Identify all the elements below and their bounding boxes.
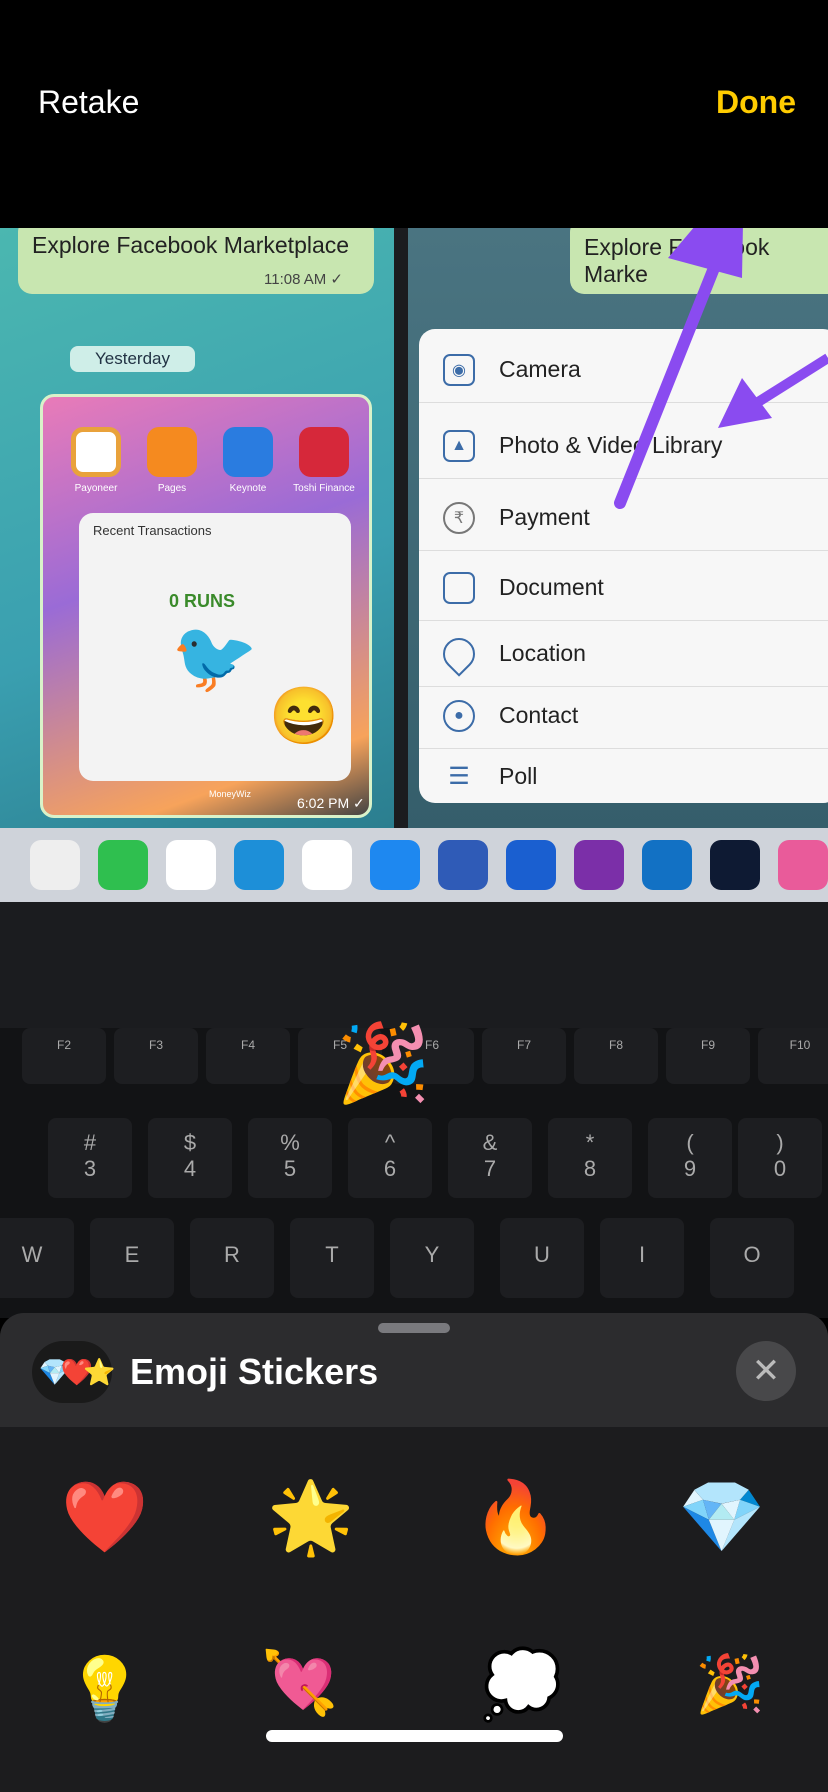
sticker-light-bulb[interactable]: 💡 — [45, 1630, 165, 1750]
arrow-to-done — [614, 242, 728, 509]
sticker-pack-icon: 💎❤️⭐ — [32, 1341, 116, 1403]
close-button[interactable]: ✕ — [736, 1341, 796, 1401]
arrow-to-photo-library — [752, 353, 828, 409]
sticker-party-popper[interactable]: 🎉 — [670, 1624, 790, 1744]
arrow-head — [668, 228, 743, 278]
sticker-red-heart[interactable]: ❤️ — [45, 1457, 165, 1577]
annotation-arrows — [614, 228, 828, 509]
sheet-title: Emoji Stickers — [130, 1351, 379, 1392]
sticker-fire[interactable]: 🔥 — [456, 1457, 576, 1577]
captured-photo: Explore Facebook Marketplace 11:08 AM ✓ … — [0, 228, 828, 1318]
sheet-header: 💎❤️⭐ Emoji Stickers ✕ — [0, 1313, 828, 1427]
home-indicator[interactable] — [266, 1730, 563, 1742]
sticker-glowing-star[interactable]: 🌟 — [251, 1457, 371, 1577]
sticker-thought-balloon[interactable]: 💭 — [462, 1624, 582, 1744]
done-button[interactable]: Done — [716, 84, 796, 121]
drag-handle[interactable] — [378, 1323, 450, 1333]
sticker-heart-with-arrow[interactable]: 💘 — [240, 1624, 360, 1744]
retake-button[interactable]: Retake — [38, 84, 139, 121]
top-bar: Retake Done — [0, 0, 828, 228]
sticker-gem[interactable]: 💎 — [662, 1457, 782, 1577]
